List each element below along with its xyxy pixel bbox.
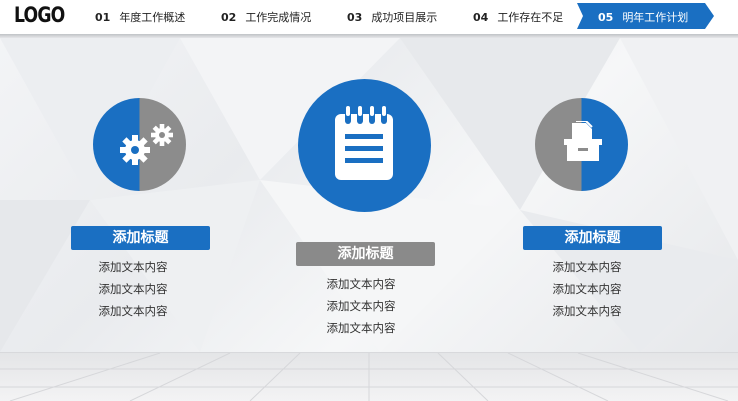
column-title-1: 添加标题 xyxy=(71,226,210,250)
nav-divider xyxy=(0,34,738,38)
column-text-1: 添加文本内容 xyxy=(98,260,168,274)
column-text-2: 添加文本内容 xyxy=(326,321,396,335)
column-title-2: 添加标题 xyxy=(296,242,435,266)
column-text-3: 添加文本内容 xyxy=(552,282,622,296)
column-text-3: 添加文本内容 xyxy=(552,260,622,274)
top-nav-bar: LOGO 01 年度工作概述 02 工作完成情况 03 成功项目展示 04 工作存在不足… xyxy=(0,0,738,34)
column-text-1: 添加文本内容 xyxy=(98,282,168,296)
nav-item-4[interactable]: 04 工作存在不足 xyxy=(473,9,563,25)
column-title-3: 添加标题 xyxy=(523,226,662,250)
file-box-icon xyxy=(564,121,602,161)
column-text-2: 添加文本内容 xyxy=(326,299,396,313)
floor-grid xyxy=(0,352,738,401)
nav-label: 成功项目展示 xyxy=(371,11,438,24)
nav-item-2[interactable]: 02 工作完成情况 xyxy=(221,9,311,25)
nav-item-3[interactable]: 03 成功项目展示 xyxy=(347,9,437,25)
gears-icon xyxy=(120,124,173,165)
notepad-icon xyxy=(335,106,393,180)
nav-num: 02 xyxy=(221,11,237,24)
column-text-2: 添加文本内容 xyxy=(326,277,396,291)
nav-num: 01 xyxy=(95,11,111,24)
nav-label: 年度工作概述 xyxy=(119,11,186,24)
nav-label: 工作存在不足 xyxy=(497,11,564,24)
nav-label: 工作完成情况 xyxy=(245,11,312,24)
nav-label: 明年工作计划 xyxy=(622,11,689,24)
nav-item-1[interactable]: 01 年度工作概述 xyxy=(95,9,185,25)
nav-num: 05 xyxy=(598,11,614,24)
logo: LOGO xyxy=(14,3,65,27)
nav-item-5[interactable]: 05 明年工作计划 xyxy=(598,9,688,25)
nav-num: 03 xyxy=(347,11,363,24)
nav-num: 04 xyxy=(473,11,489,24)
column-text-1: 添加文本内容 xyxy=(98,304,168,318)
column-text-3: 添加文本内容 xyxy=(552,304,622,318)
